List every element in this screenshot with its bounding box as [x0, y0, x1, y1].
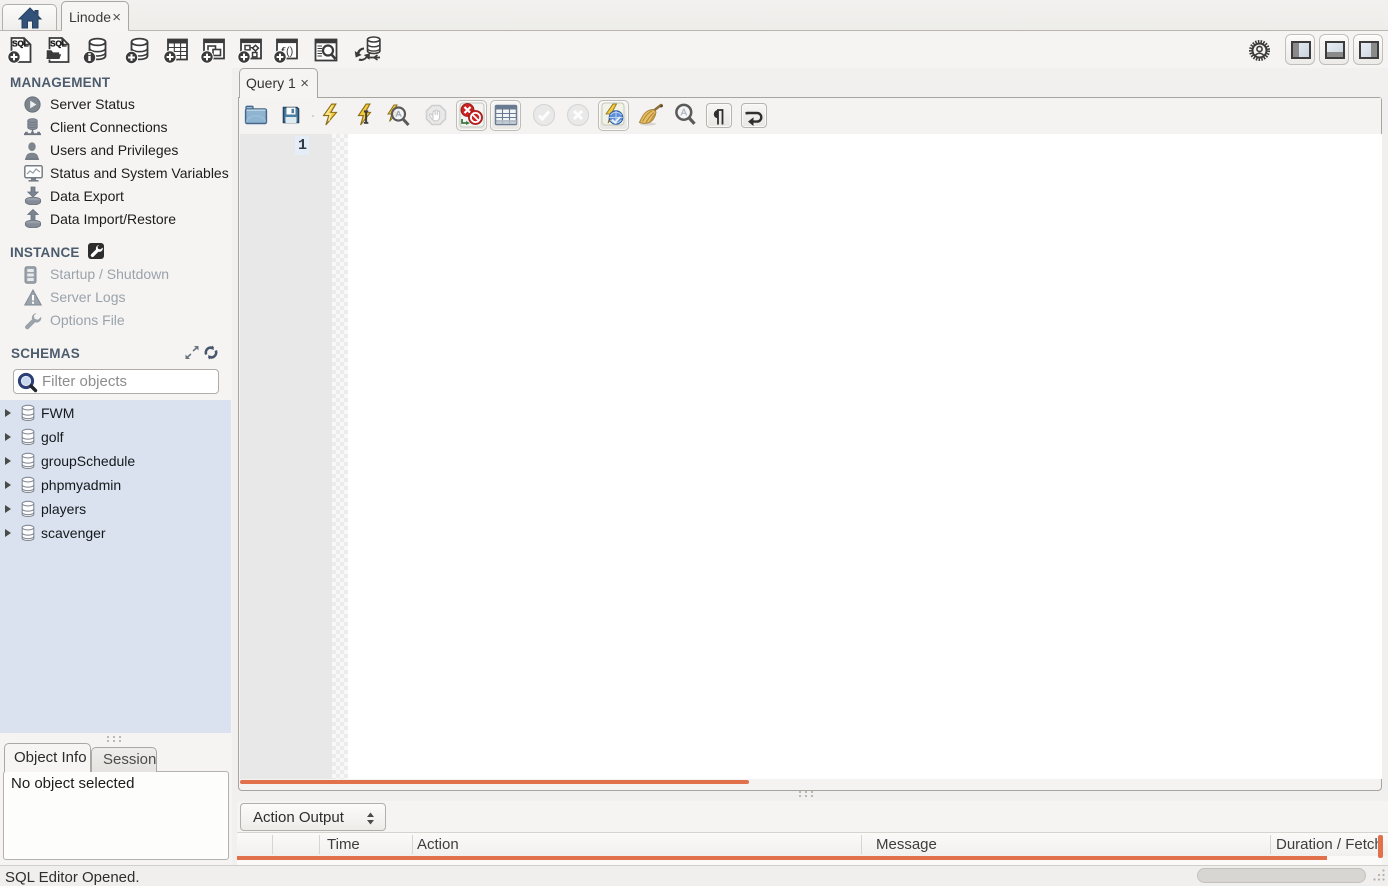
svg-text:(): (): [286, 46, 293, 58]
svg-text:SQL: SQL: [50, 40, 67, 49]
svg-text:SQL: SQL: [12, 40, 29, 49]
